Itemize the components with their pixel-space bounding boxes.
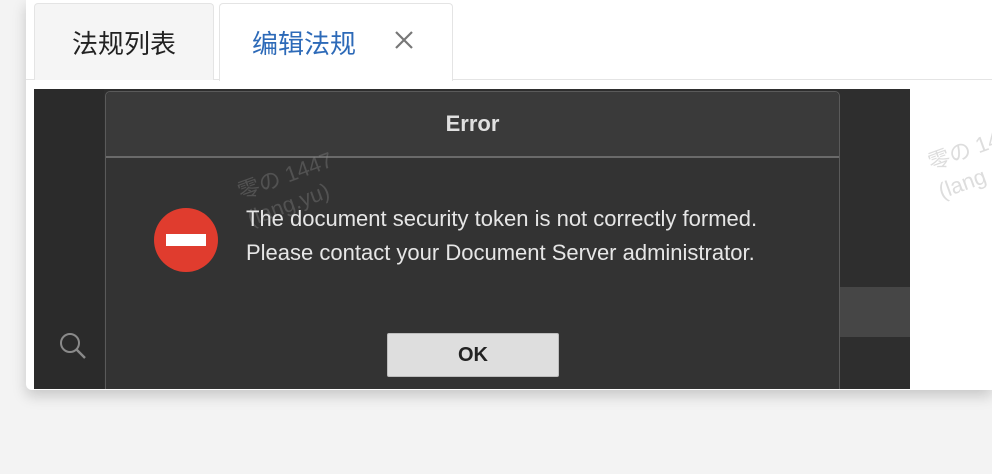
error-message-line: The document security token is not corre… xyxy=(246,206,758,231)
tab-bar: 法规列表 编辑法规 xyxy=(26,0,992,81)
search-icon[interactable] xyxy=(58,331,88,361)
error-icon xyxy=(154,208,218,272)
dialog-title: Error xyxy=(445,111,500,136)
tab-label: 编辑法规 xyxy=(252,29,357,59)
document-window: 法规列表 编辑法规 零の 14 (lang Error 零の 1447 (lan… xyxy=(26,0,992,390)
editor-right-bar xyxy=(840,287,910,337)
ok-button[interactable]: OK xyxy=(387,333,559,377)
error-message: The document security token is not corre… xyxy=(246,202,826,270)
tab-regulation-list[interactable]: 法规列表 xyxy=(34,3,214,80)
error-message-line: Please contact your Document Server admi… xyxy=(246,240,755,265)
error-dialog: Error 零の 1447 (lang.yu) The document sec… xyxy=(105,91,840,389)
close-icon[interactable] xyxy=(392,28,416,52)
document-editor-area: Error 零の 1447 (lang.yu) The document sec… xyxy=(34,89,910,389)
tab-edit-regulation[interactable]: 编辑法规 xyxy=(219,3,453,81)
tab-label: 法规列表 xyxy=(71,28,176,59)
watermark-right: 零の 14 (lang xyxy=(924,126,992,204)
dialog-header: Error xyxy=(106,92,839,158)
